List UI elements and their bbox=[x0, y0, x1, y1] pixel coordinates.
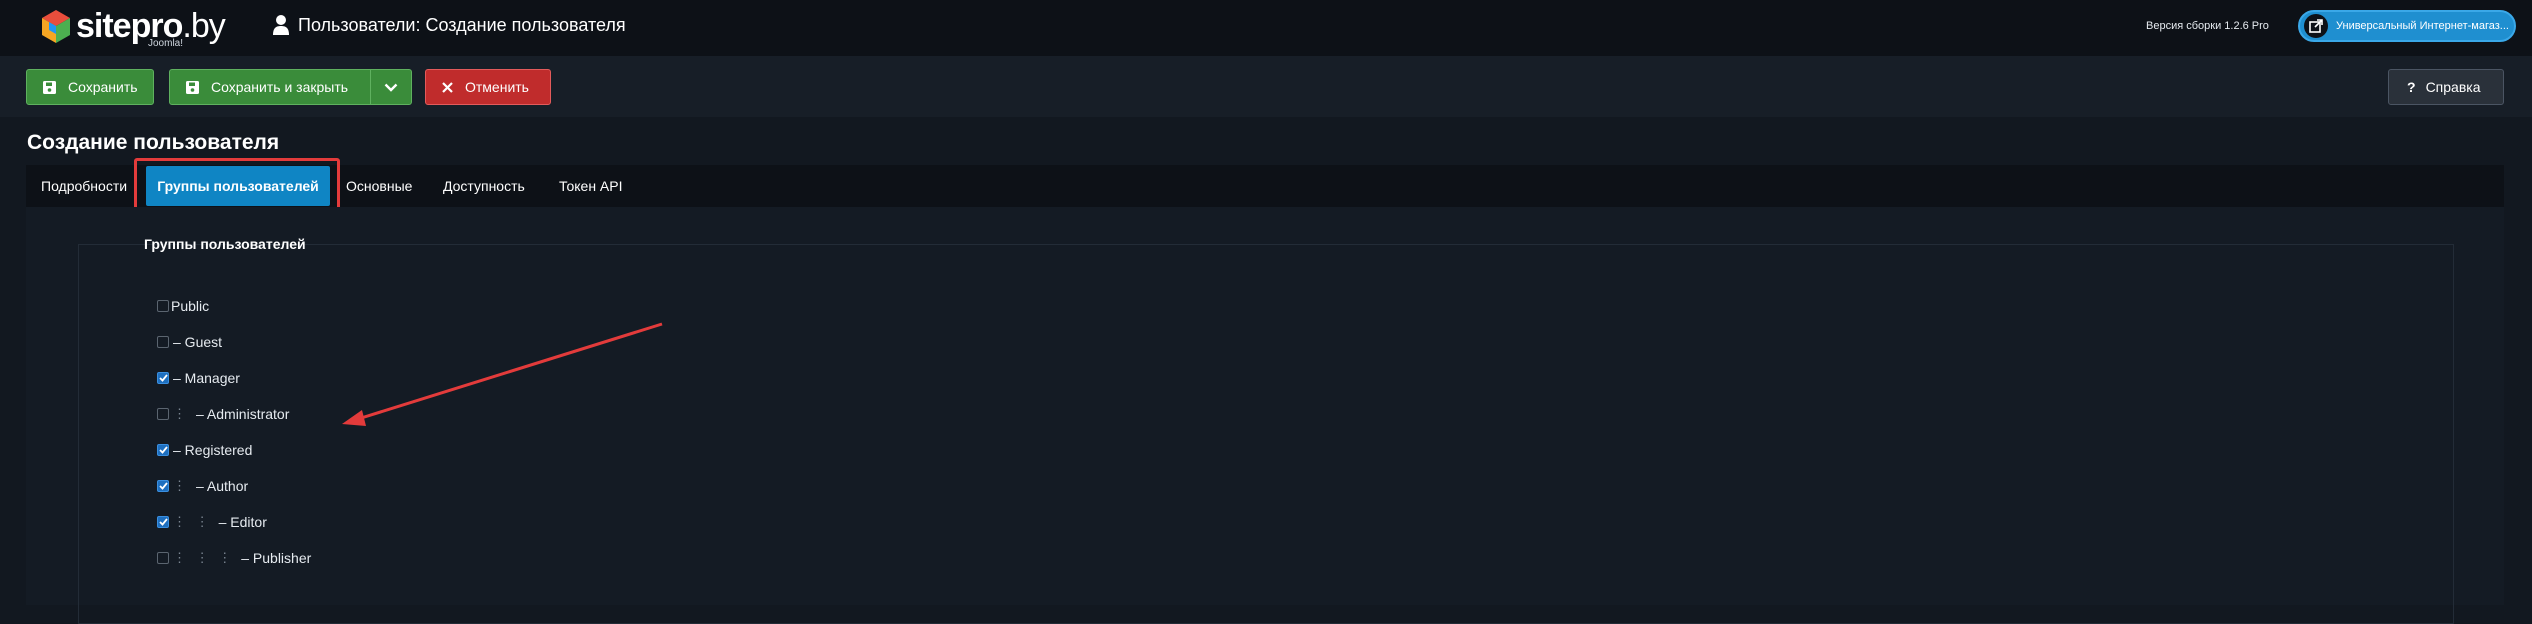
sitepro-logo[interactable]: sitepro.by Joomla! bbox=[40, 7, 226, 49]
group-label[interactable]: – Editor bbox=[219, 514, 267, 530]
group-row-public: Public bbox=[157, 296, 209, 316]
group-checkbox[interactable] bbox=[157, 552, 169, 564]
check-icon bbox=[158, 374, 168, 382]
store-link-label: Универсальный Интернет-магаз... bbox=[2336, 20, 2509, 32]
group-row-registered: – Registered bbox=[157, 440, 252, 460]
group-label[interactable]: – Author bbox=[196, 478, 248, 494]
version-label: Версия сборки 1.2.6 Pro bbox=[2146, 20, 2269, 32]
check-icon bbox=[158, 518, 168, 526]
chevron-down-icon bbox=[384, 83, 398, 92]
cancel-button[interactable]: Отменить bbox=[425, 69, 551, 105]
indent-marker: ⋮ bbox=[173, 478, 186, 493]
group-row-administrator: ⋮ – Administrator bbox=[157, 404, 289, 424]
group-checkbox[interactable] bbox=[157, 444, 169, 456]
tabs-bar: Подробности Основные Доступность Токен A… bbox=[26, 165, 2504, 207]
check-icon bbox=[158, 446, 168, 454]
help-button[interactable]: ? Справка bbox=[2388, 69, 2504, 105]
user-icon bbox=[273, 15, 289, 35]
tab-basic[interactable]: Основные bbox=[346, 165, 412, 207]
header-title-wrap: Пользователи: Создание пользователя bbox=[272, 14, 626, 36]
group-checkbox[interactable] bbox=[157, 336, 169, 348]
group-row-editor: ⋮ ⋮ – Editor bbox=[157, 512, 267, 532]
header-title: Пользователи: Создание пользователя bbox=[298, 14, 626, 35]
groups-fieldset bbox=[78, 244, 2454, 624]
help-label: Справка bbox=[2425, 79, 2481, 95]
group-label[interactable]: – Registered bbox=[173, 442, 252, 458]
group-checkbox[interactable] bbox=[157, 372, 169, 384]
floppy-icon bbox=[186, 80, 199, 94]
group-row-publisher: ⋮ ⋮ ⋮ – Publisher bbox=[157, 548, 311, 568]
save-options-dropdown[interactable] bbox=[370, 69, 412, 105]
joomla-label: Joomla! bbox=[148, 38, 184, 49]
save-label: Сохранить bbox=[68, 79, 138, 95]
group-row-author: ⋮ – Author bbox=[157, 476, 248, 496]
toolbar: Сохранить Сохранить и закрыть Отменить ?… bbox=[0, 56, 2532, 117]
group-label[interactable]: – Publisher bbox=[241, 550, 311, 566]
store-link-button[interactable]: Универсальный Интернет-магаз... bbox=[2298, 10, 2516, 42]
group-checkbox[interactable] bbox=[157, 408, 169, 420]
group-label[interactable]: – Administrator bbox=[196, 406, 289, 422]
question-icon: ? bbox=[2407, 79, 2416, 95]
save-close-button[interactable]: Сохранить и закрыть bbox=[169, 69, 372, 105]
close-icon bbox=[442, 81, 453, 93]
tab-accessibility[interactable]: Доступность bbox=[443, 165, 525, 207]
save-button[interactable]: Сохранить bbox=[26, 69, 154, 105]
indent-marker: ⋮ ⋮ ⋮ bbox=[173, 550, 232, 565]
check-icon bbox=[158, 482, 168, 490]
tab-details[interactable]: Подробности bbox=[41, 165, 127, 207]
group-row-manager: – Manager bbox=[157, 368, 240, 388]
cancel-label: Отменить bbox=[465, 79, 529, 95]
top-header: sitepro.by Joomla! Пользователи: Создани… bbox=[0, 0, 2532, 56]
page-title: Создание пользователя bbox=[27, 131, 280, 154]
group-row-guest: – Guest bbox=[157, 332, 222, 352]
tab-api-token[interactable]: Токен API bbox=[559, 165, 623, 207]
logo-mark-icon bbox=[42, 10, 70, 43]
floppy-icon bbox=[43, 80, 56, 94]
group-checkbox[interactable] bbox=[157, 480, 169, 492]
groups-legend: Группы пользователей bbox=[144, 236, 306, 252]
save-close-label: Сохранить и закрыть bbox=[211, 79, 349, 95]
external-link-icon bbox=[2304, 14, 2328, 38]
group-checkbox[interactable] bbox=[157, 516, 169, 528]
indent-marker: ⋮ bbox=[173, 406, 186, 421]
group-label[interactable]: – Manager bbox=[173, 370, 240, 386]
group-label[interactable]: – Guest bbox=[173, 334, 222, 350]
group-label[interactable]: Public bbox=[171, 298, 209, 314]
indent-marker: ⋮ ⋮ bbox=[173, 514, 209, 529]
group-checkbox[interactable] bbox=[157, 300, 169, 312]
